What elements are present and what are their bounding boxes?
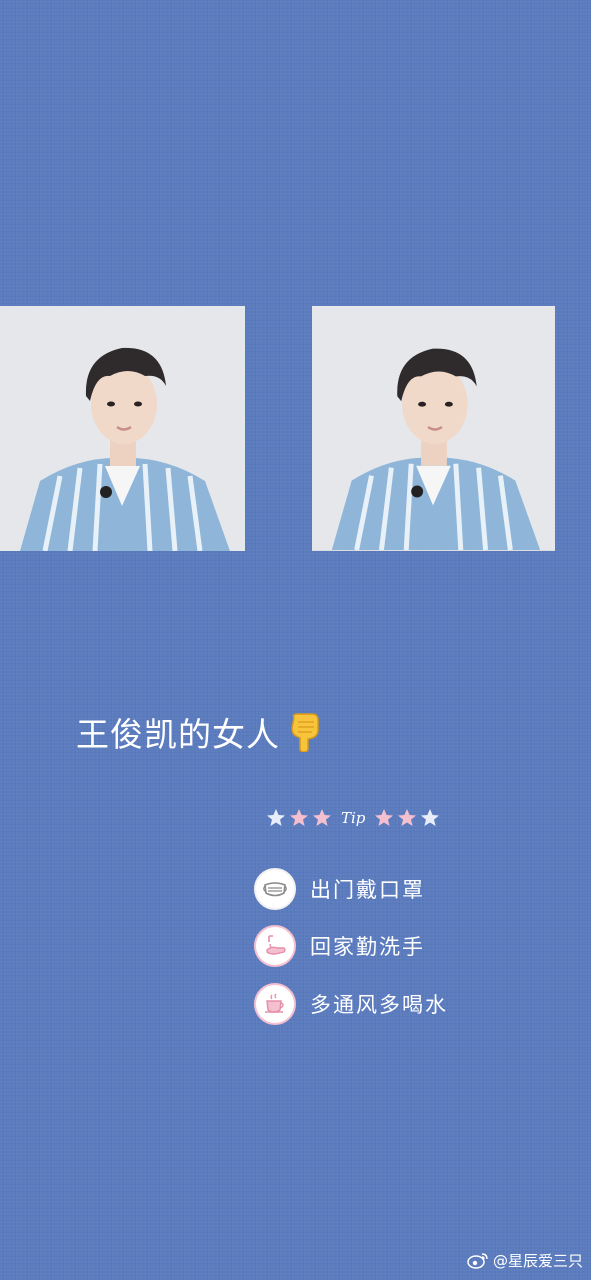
star-icon	[267, 809, 285, 826]
reminder-text: 多通风多喝水	[310, 993, 448, 1017]
hand-wash-icon	[254, 925, 296, 967]
reminder-item: 出门戴口罩	[254, 866, 425, 912]
star-icon	[313, 809, 331, 826]
star-icon	[375, 809, 394, 826]
star-icon	[290, 809, 308, 826]
star-icon	[398, 809, 417, 826]
tip-label: Tip	[341, 809, 366, 827]
tip-banner: Tip	[266, 804, 442, 832]
portrait-photo-left	[0, 306, 245, 551]
reminder-text: 出门戴口罩	[310, 878, 425, 902]
watermark-text: @星辰爱三只	[492, 1251, 583, 1270]
reminder-item: 多通风多喝水	[254, 981, 448, 1027]
pointing-down-hand-icon	[291, 713, 319, 752]
headline-text: 王俊凯的女人	[76, 715, 280, 754]
portrait-illustration	[0, 306, 245, 551]
background-grain	[0, 0, 591, 1280]
face-mask-icon	[254, 868, 296, 910]
headline: 王俊凯的女人	[76, 710, 322, 754]
watermark: @星辰爱三只	[467, 1248, 583, 1272]
weibo-icon	[467, 1253, 488, 1269]
reminder-text: 回家勤洗手	[310, 935, 425, 959]
star-icon	[421, 809, 440, 826]
water-cup-icon	[254, 983, 296, 1025]
portrait-illustration	[312, 307, 555, 551]
portrait-photo-right	[312, 306, 555, 551]
reminder-item: 回家勤洗手	[254, 923, 425, 969]
